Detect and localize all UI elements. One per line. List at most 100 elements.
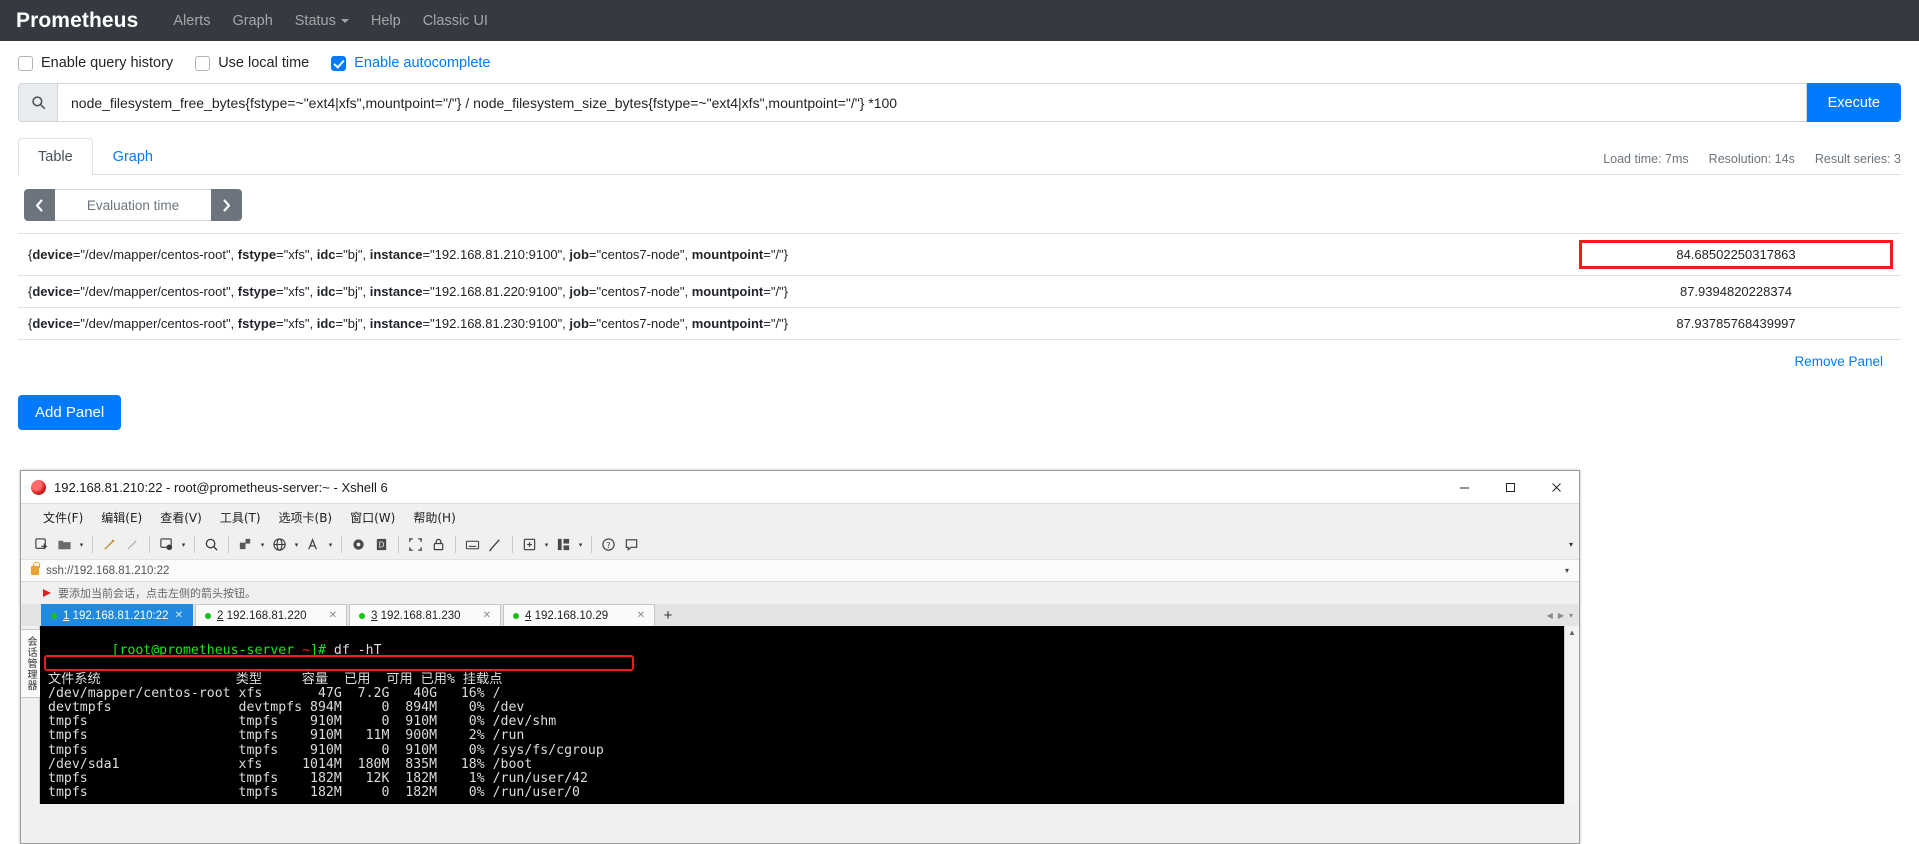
xshell-address-bar[interactable]: ssh://192.168.81.210:22 ▾ bbox=[21, 559, 1579, 582]
nav-link-alerts[interactable]: Alerts bbox=[162, 13, 221, 29]
highlight-pen-icon[interactable] bbox=[99, 534, 120, 555]
add-panel-dropdown-icon[interactable]: ▾ bbox=[542, 541, 551, 549]
tab-table[interactable]: Table bbox=[18, 138, 93, 175]
transfer-dropdown-icon[interactable]: ▾ bbox=[258, 541, 267, 549]
session-tab-1[interactable]: 1 192.168.81.210:22 ✕ bbox=[41, 604, 193, 626]
execute-button[interactable]: Execute bbox=[1806, 83, 1901, 122]
nav-link-classic-ui[interactable]: Classic UI bbox=[412, 13, 499, 29]
session-properties-icon[interactable] bbox=[156, 534, 177, 555]
open-folder-icon[interactable] bbox=[54, 534, 75, 555]
close-icon[interactable] bbox=[1533, 471, 1579, 503]
tabs-scroll-left-icon[interactable]: ◀ bbox=[1547, 611, 1553, 620]
checkbox-enable-autocomplete[interactable] bbox=[331, 55, 347, 71]
add-panel-icon[interactable] bbox=[519, 534, 540, 555]
close-icon[interactable]: ✕ bbox=[637, 610, 645, 621]
xshell-toolbar: ▾ ▾ ▾ ▾ ▾ D ▾ ▾ ? ▾ bbox=[21, 530, 1579, 559]
session-tab-4[interactable]: 4 192.168.10.29 ✕ bbox=[503, 604, 655, 626]
xshell-title-text: 192.168.81.210:22 - root@prometheus-serv… bbox=[54, 479, 388, 495]
log-icon[interactable]: D bbox=[371, 534, 392, 555]
chevron-down-icon[interactable]: ▾ bbox=[1565, 566, 1569, 575]
menu-item-2[interactable]: 查看(V) bbox=[152, 506, 210, 529]
xshell-logo-icon bbox=[31, 479, 46, 495]
lock-icon[interactable] bbox=[428, 534, 449, 555]
metric-value-cell: 84.68502250317863 bbox=[1571, 234, 1901, 276]
tabs-dropdown-icon[interactable]: ▾ bbox=[1569, 611, 1573, 620]
terminal-output[interactable]: [root@prometheus-server ~]# df -hT 文件系统 … bbox=[40, 626, 1564, 804]
globe-dropdown-icon[interactable]: ▾ bbox=[292, 541, 301, 549]
help-icon[interactable]: ? bbox=[598, 534, 619, 555]
layout-icon[interactable] bbox=[553, 534, 574, 555]
toolbar-separator bbox=[398, 536, 399, 553]
tabs-scroll-right-icon[interactable]: ▶ bbox=[1558, 611, 1564, 620]
new-session-tab-button[interactable]: + bbox=[657, 604, 679, 626]
toolbar-overflow-icon[interactable]: ▾ bbox=[1569, 540, 1573, 549]
xshell-address-text[interactable]: ssh://192.168.81.210:22 bbox=[46, 565, 1558, 577]
option-label-enable-autocomplete: Enable autocomplete bbox=[354, 55, 491, 71]
font-dropdown-icon[interactable]: ▾ bbox=[326, 541, 335, 549]
send-key-icon[interactable] bbox=[348, 534, 369, 555]
nav-link-help[interactable]: Help bbox=[360, 13, 412, 29]
comment-icon[interactable] bbox=[621, 534, 642, 555]
metric-value-cell: 87.9394820228374 bbox=[1571, 276, 1901, 308]
checkbox-use-local-time[interactable] bbox=[195, 55, 211, 71]
close-icon[interactable]: ✕ bbox=[329, 610, 337, 621]
session-tab-3[interactable]: 3 192.168.81.230 ✕ bbox=[349, 604, 501, 626]
minimize-icon[interactable] bbox=[1441, 471, 1487, 503]
add-panel-button[interactable]: Add Panel bbox=[18, 395, 122, 430]
metric-labels-cell: {device="/dev/mapper/centos-root", fstyp… bbox=[28, 247, 789, 262]
chevron-down-icon bbox=[340, 18, 349, 23]
option-enable-query-history[interactable]: Enable query history bbox=[18, 55, 173, 71]
metric-value-cell: 87.93785768439997 bbox=[1571, 308, 1901, 340]
option-enable-autocomplete[interactable]: Enable autocomplete bbox=[331, 55, 491, 71]
connected-status-icon bbox=[513, 612, 519, 619]
option-use-local-time[interactable]: Use local time bbox=[195, 55, 309, 71]
menu-item-3[interactable]: 工具(T) bbox=[212, 506, 269, 529]
query-expression-input[interactable]: node_filesystem_free_bytes{fstype=~"ext4… bbox=[58, 84, 1806, 121]
stat-result-series: Result series: 3 bbox=[1814, 152, 1901, 166]
session-manager-tab[interactable]: 会话管理器 bbox=[21, 626, 40, 804]
query-input-group[interactable]: node_filesystem_free_bytes{fstype=~"ext4… bbox=[18, 83, 1807, 122]
tab-graph[interactable]: Graph bbox=[93, 138, 173, 175]
nav-link-status[interactable]: Status bbox=[284, 13, 360, 29]
scroll-up-icon[interactable]: ▲ bbox=[1568, 628, 1576, 637]
folder-dropdown-icon[interactable]: ▾ bbox=[77, 541, 86, 549]
fullscreen-icon[interactable] bbox=[405, 534, 426, 555]
menu-item-0[interactable]: 文件(F) bbox=[35, 506, 91, 529]
terminal-scrollbar[interactable]: ▲ bbox=[1564, 626, 1579, 804]
menu-item-6[interactable]: 帮助(H) bbox=[405, 506, 463, 529]
menu-item-5[interactable]: 窗口(W) bbox=[342, 506, 403, 529]
toolbar-separator bbox=[341, 536, 342, 553]
xshell-title-bar[interactable]: 192.168.81.210:22 - root@prometheus-serv… bbox=[21, 471, 1579, 504]
close-icon[interactable]: ✕ bbox=[175, 610, 183, 621]
globe-icon[interactable] bbox=[269, 534, 290, 555]
maximize-icon[interactable] bbox=[1487, 471, 1533, 503]
remove-panel-link[interactable]: Remove Panel bbox=[18, 340, 1901, 369]
toolbar-separator bbox=[228, 536, 229, 553]
svg-text:?: ? bbox=[606, 541, 610, 550]
terminal-filesystem-row: /dev/sda1 xfs 1014M 180M 835M 18% /boot bbox=[48, 756, 533, 772]
evaluation-time-input[interactable]: Evaluation time bbox=[55, 189, 211, 221]
session-tab-2[interactable]: 2 192.168.81.220 ✕ bbox=[195, 604, 347, 626]
connected-status-icon bbox=[51, 612, 57, 619]
file-transfer-icon[interactable] bbox=[235, 534, 256, 555]
menu-item-4[interactable]: 选项卡(B) bbox=[271, 506, 341, 529]
xshell-session-tabs: 1 192.168.81.210:22 ✕ 2 192.168.81.220 ✕ 3 1… bbox=[21, 604, 1579, 626]
find-icon[interactable] bbox=[201, 534, 222, 555]
close-icon[interactable]: ✕ bbox=[483, 610, 491, 621]
brand-logo[interactable]: Prometheus bbox=[16, 9, 138, 33]
properties-dropdown-icon[interactable]: ▾ bbox=[179, 541, 188, 549]
chevron-left-icon[interactable] bbox=[24, 189, 55, 221]
new-session-icon[interactable] bbox=[31, 534, 52, 555]
chevron-right-icon[interactable] bbox=[211, 189, 242, 221]
keyboard-icon[interactable] bbox=[462, 534, 483, 555]
clear-pen-icon[interactable] bbox=[122, 534, 143, 555]
nav-link-graph[interactable]: Graph bbox=[221, 13, 283, 29]
compose-icon[interactable] bbox=[485, 534, 506, 555]
metric-value: 87.93785768439997 bbox=[1676, 316, 1796, 331]
checkbox-enable-query-history[interactable] bbox=[18, 55, 33, 71]
menu-item-1[interactable]: 编辑(E) bbox=[93, 506, 150, 529]
connected-status-icon bbox=[359, 612, 365, 619]
layout-dropdown-icon[interactable]: ▾ bbox=[576, 541, 585, 549]
terminal-filesystem-row: /dev/mapper/centos-root xfs 47G 7.2G 40G… bbox=[48, 685, 501, 701]
font-icon[interactable] bbox=[303, 534, 324, 555]
